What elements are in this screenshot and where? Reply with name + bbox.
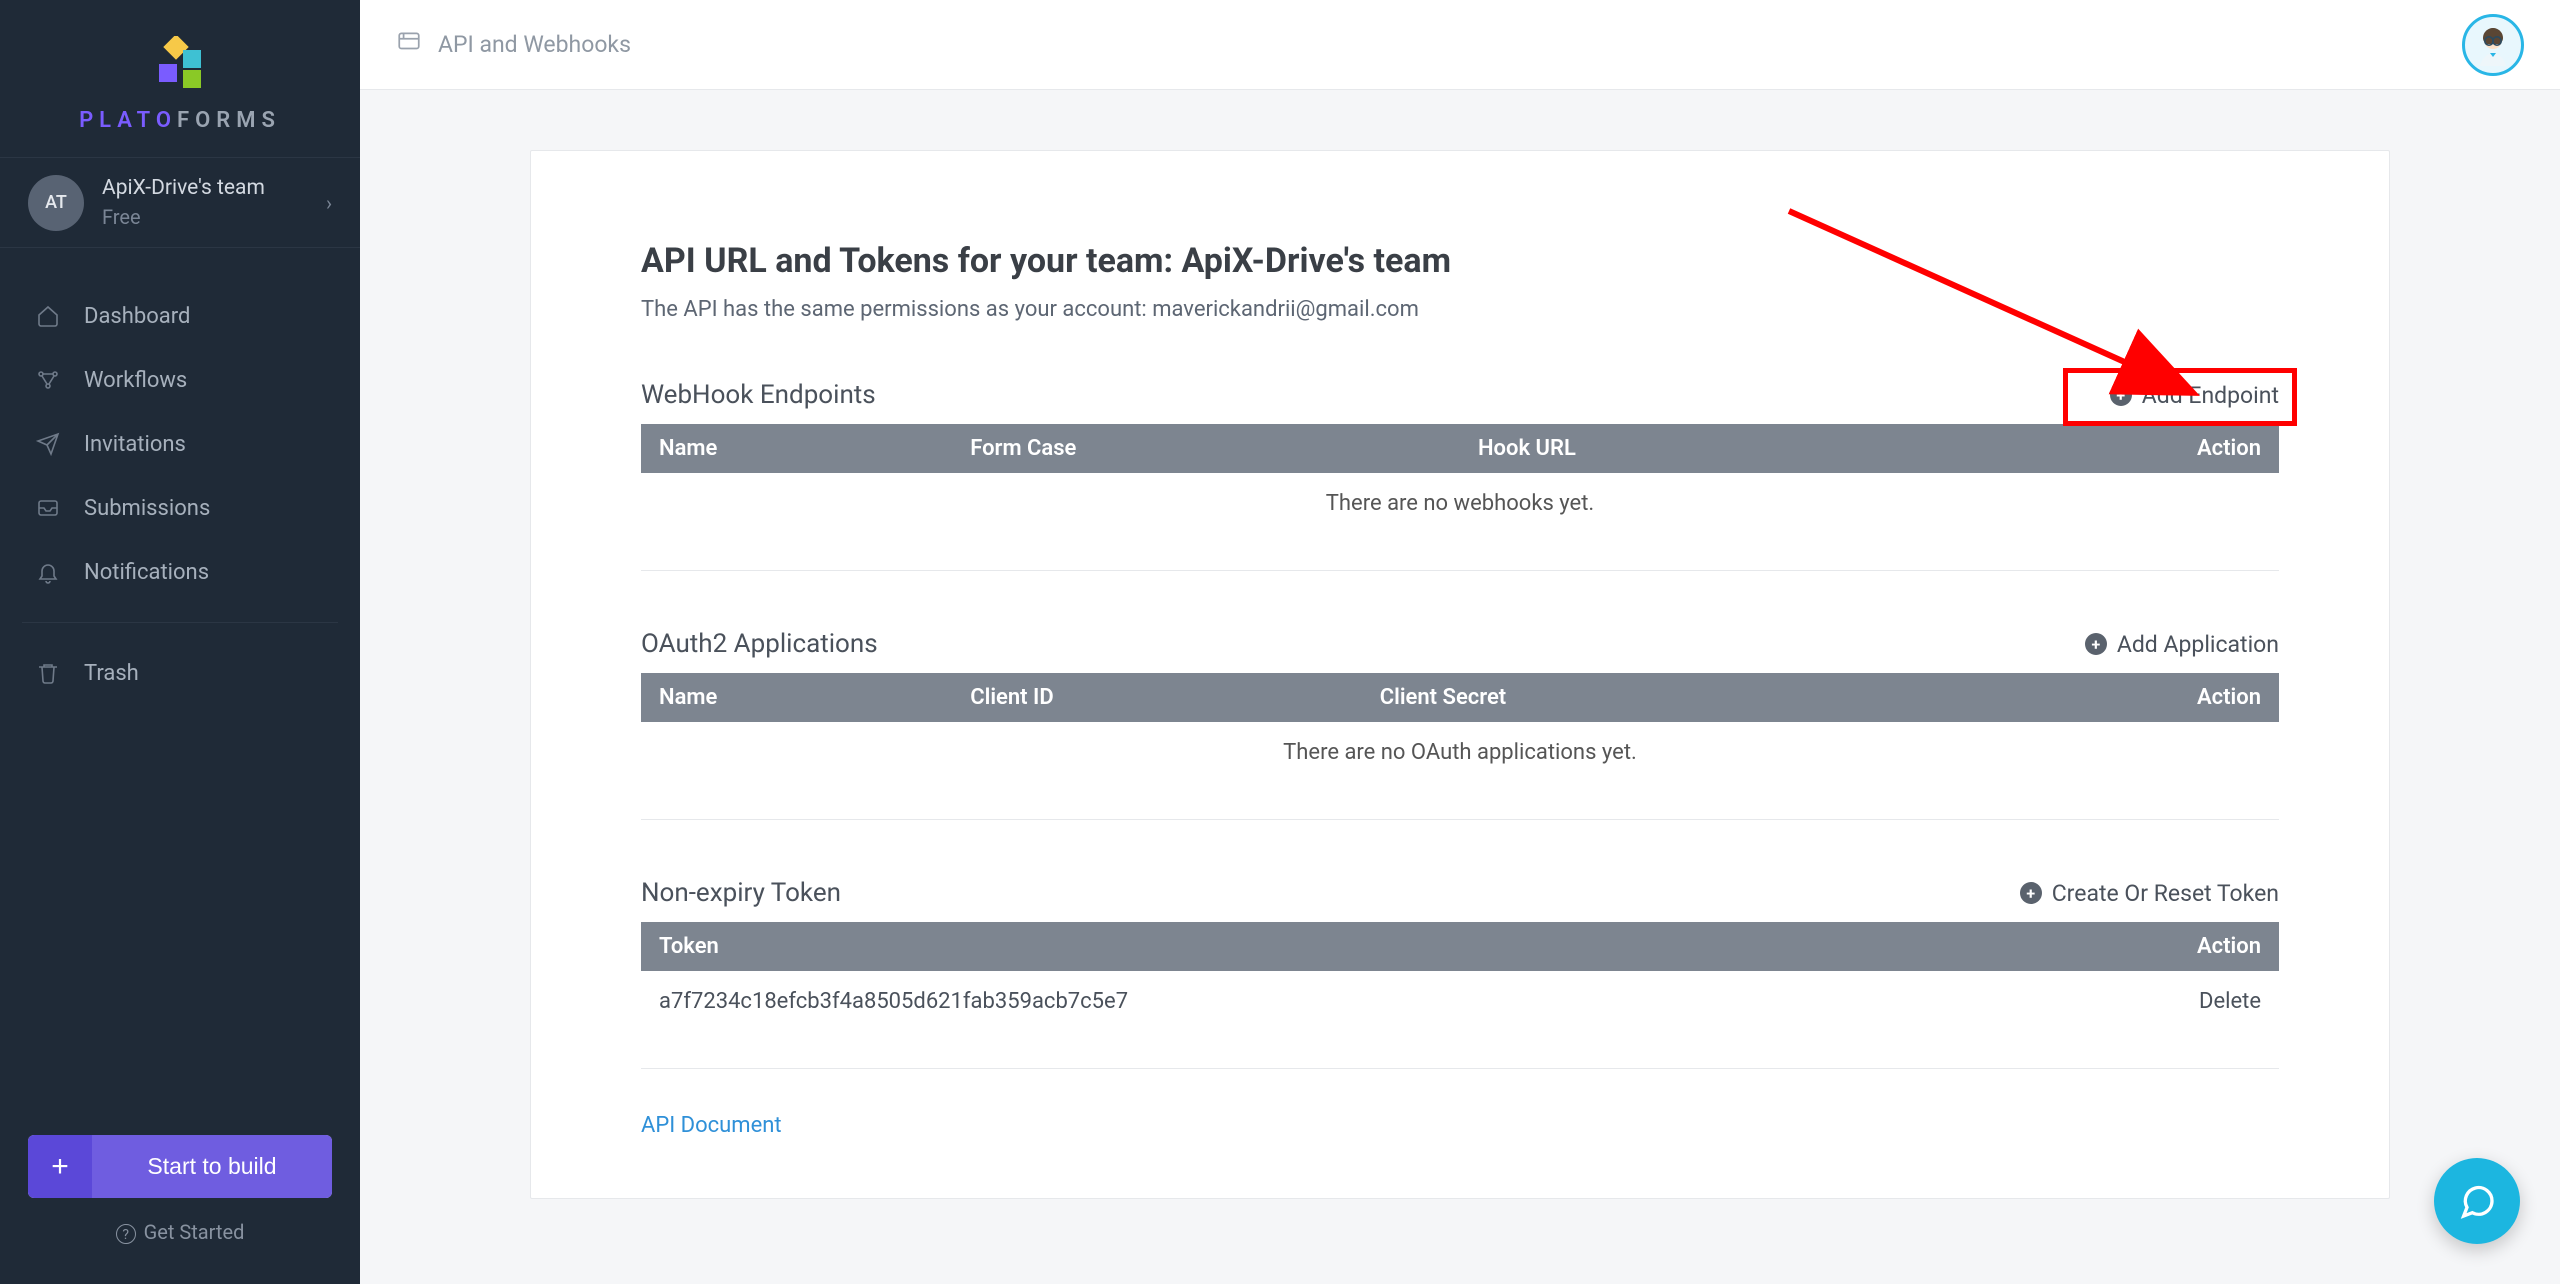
nav-label: Submissions xyxy=(84,496,210,521)
brand-logo[interactable]: PLATOFORMS xyxy=(0,0,360,157)
col-action: Action xyxy=(2082,922,2279,971)
sidebar-item-workflows[interactable]: Workflows xyxy=(0,348,360,412)
plus-circle-icon: + xyxy=(2085,633,2107,655)
col-form-case: Form Case xyxy=(952,424,1460,473)
team-name: ApiX-Drive's team xyxy=(102,174,326,203)
api-settings-card: API URL and Tokens for your team: ApiX-D… xyxy=(530,150,2390,1199)
breadcrumb-label: API and Webhooks xyxy=(438,31,631,58)
home-icon xyxy=(34,302,62,330)
token-title: Non-expiry Token xyxy=(641,878,841,908)
get-started-link[interactable]: ?Get Started xyxy=(28,1220,332,1244)
send-icon xyxy=(34,430,62,458)
token-table: Token Action a7f7234c18efcb3f4a8505d621f… xyxy=(641,922,2279,1032)
logo-text: PLATOFORMS xyxy=(0,108,360,133)
plus-circle-icon: + xyxy=(2020,882,2042,904)
logo-icon xyxy=(153,36,207,94)
sidebar-item-invitations[interactable]: Invitations xyxy=(0,412,360,476)
team-avatar: AT xyxy=(28,175,84,231)
workflow-icon xyxy=(34,366,62,394)
nav-divider xyxy=(22,622,338,623)
team-switcher[interactable]: AT ApiX-Drive's team Free › xyxy=(0,157,360,248)
sidebar-item-notifications[interactable]: Notifications xyxy=(0,540,360,604)
annotation-highlight-box xyxy=(2063,368,2297,426)
col-action: Action xyxy=(2082,424,2279,473)
create-reset-token-button[interactable]: + Create Or Reset Token xyxy=(2020,880,2279,907)
col-hook-url: Hook URL xyxy=(1460,424,2082,473)
breadcrumb: API and Webhooks xyxy=(396,29,631,61)
start-build-label: Start to build xyxy=(92,1135,332,1198)
col-token: Token xyxy=(641,922,2082,971)
page-subtitle: The API has the same permissions as your… xyxy=(641,297,2279,322)
bell-icon xyxy=(34,558,62,586)
sidebar: PLATOFORMS AT ApiX-Drive's team Free › D… xyxy=(0,0,360,1284)
chevron-right-icon: › xyxy=(326,191,332,215)
col-action: Action xyxy=(2082,673,2279,722)
col-client-id: Client ID xyxy=(952,673,1362,722)
col-name: Name xyxy=(641,673,952,722)
trash-icon xyxy=(34,659,62,687)
api-document-link[interactable]: API Document xyxy=(641,1113,782,1138)
token-value: a7f7234c18efcb3f4a8505d621fab359acb7c5e7 xyxy=(641,971,2082,1032)
oauth-empty: There are no OAuth applications yet. xyxy=(641,722,2279,783)
token-section: Non-expiry Token + Create Or Reset Token… xyxy=(641,878,2279,1069)
add-application-button[interactable]: + Add Application xyxy=(2085,631,2279,658)
delete-token-link[interactable]: Delete xyxy=(2199,989,2261,1014)
nav-label: Notifications xyxy=(84,560,209,585)
chat-support-button[interactable] xyxy=(2434,1158,2520,1244)
help-icon: ? xyxy=(116,1224,136,1244)
webhooks-section: WebHook Endpoints + Add Endpoint Name Fo… xyxy=(641,380,2279,571)
oauth-section: OAuth2 Applications + Add Application Na… xyxy=(641,629,2279,820)
webhooks-title: WebHook Endpoints xyxy=(641,380,876,410)
nav-label: Trash xyxy=(84,661,139,686)
oauth-table: Name Client ID Client Secret Action Ther… xyxy=(641,673,2279,783)
api-icon xyxy=(396,29,422,61)
inbox-icon xyxy=(34,494,62,522)
webhooks-table: Name Form Case Hook URL Action There are… xyxy=(641,424,2279,534)
oauth-title: OAuth2 Applications xyxy=(641,629,878,659)
sidebar-item-trash[interactable]: Trash xyxy=(0,641,360,705)
sidebar-nav: Dashboard Workflows Invitations Submissi… xyxy=(0,248,360,705)
webhooks-empty: There are no webhooks yet. xyxy=(641,473,2279,534)
sidebar-item-submissions[interactable]: Submissions xyxy=(0,476,360,540)
sidebar-item-dashboard[interactable]: Dashboard xyxy=(0,284,360,348)
table-row: a7f7234c18efcb3f4a8505d621fab359acb7c5e7… xyxy=(641,971,2279,1032)
page-title: API URL and Tokens for your team: ApiX-D… xyxy=(641,241,2279,281)
plus-icon: + xyxy=(28,1135,92,1198)
nav-label: Workflows xyxy=(84,368,187,393)
user-avatar[interactable] xyxy=(2462,14,2524,76)
topbar: API and Webhooks xyxy=(360,0,2560,90)
start-to-build-button[interactable]: + Start to build xyxy=(28,1135,332,1198)
nav-label: Dashboard xyxy=(84,304,190,329)
team-plan: Free xyxy=(102,203,326,231)
nav-label: Invitations xyxy=(84,432,186,457)
col-name: Name xyxy=(641,424,952,473)
col-client-secret: Client Secret xyxy=(1362,673,2083,722)
